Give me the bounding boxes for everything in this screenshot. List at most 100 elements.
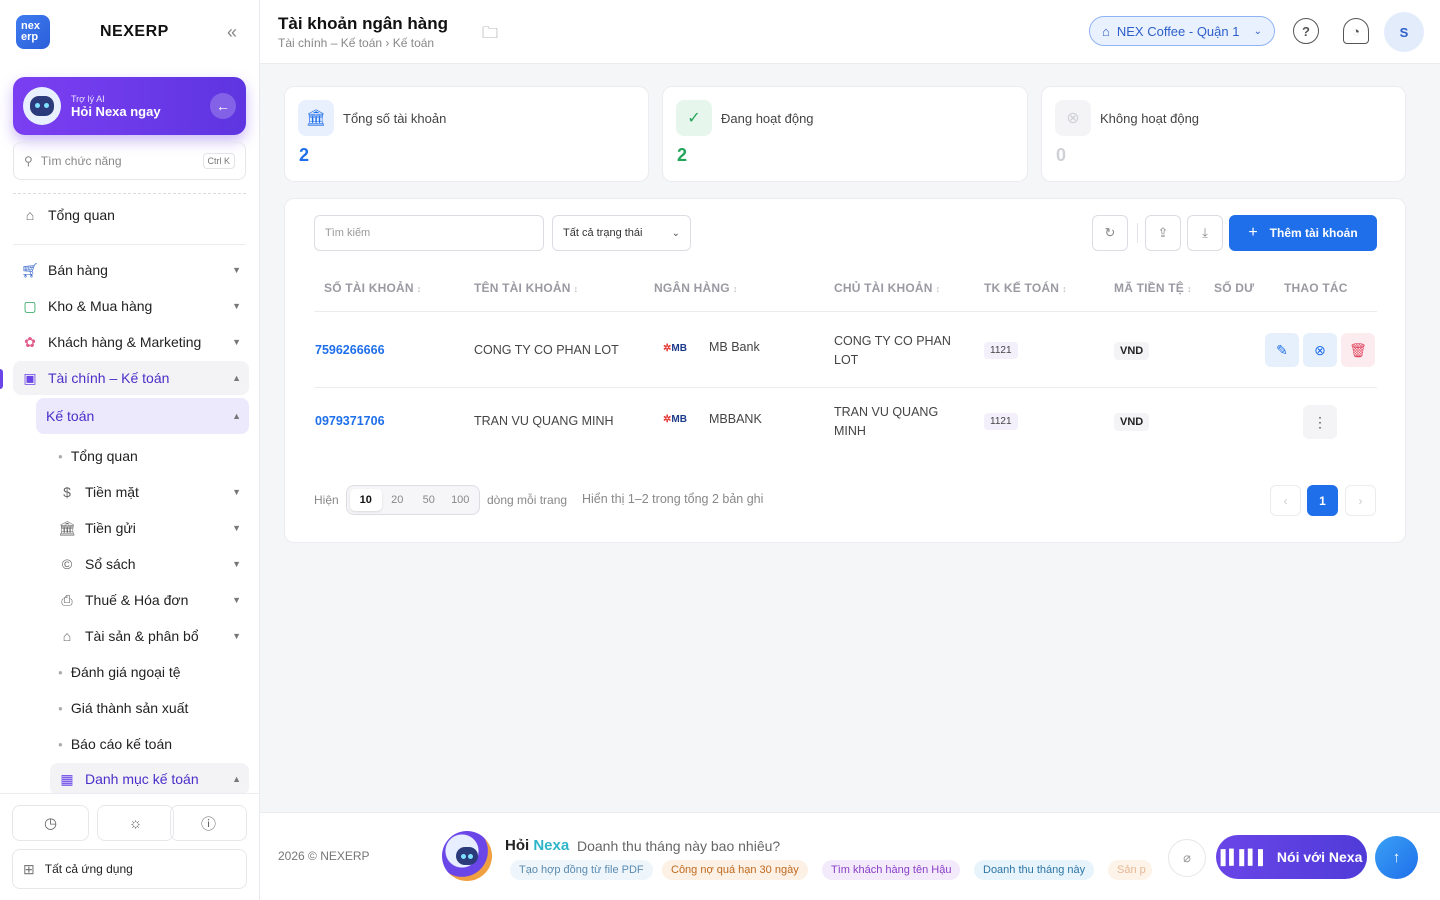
send-icon[interactable]: ↑: [1375, 836, 1418, 879]
page-title: Tài khoản ngân hàng: [278, 14, 449, 33]
sub-accounting-catalog[interactable]: ▦ Danh mục kế toán ▲: [50, 763, 249, 795]
page-size-option[interactable]: 20: [382, 489, 414, 511]
theme-icon[interactable]: ☼: [97, 805, 174, 841]
col-header-owner[interactable]: CHỦ TÀI KHOẢN ↕: [834, 281, 940, 295]
function-search-input[interactable]: ⚲ Tìm chức năng Ctrl K: [13, 142, 246, 180]
suggestion-chip[interactable]: Sản p: [1108, 860, 1152, 880]
ask-input[interactable]: Doanh thu tháng này bao nhiêu?: [577, 838, 780, 854]
account-no-link[interactable]: 0979371706: [315, 412, 385, 431]
history-icon[interactable]: ◷: [12, 805, 89, 841]
refresh-icon[interactable]: ↻: [1092, 215, 1128, 251]
suggestion-chip[interactable]: Doanh thu tháng này: [974, 860, 1095, 880]
owner-line: CONG TY CO PHAN: [834, 334, 951, 348]
col-header-gl[interactable]: TK KẾ TOÁN ↕: [984, 281, 1067, 295]
per-page-label: dòng mỗi trang: [487, 493, 568, 507]
owner-line: TRAN VU QUANG: [834, 405, 939, 419]
sub-cash[interactable]: $ Tiền mặt ▼: [50, 475, 249, 509]
col-header-balance: SỐ DƯ: [1214, 281, 1254, 295]
delete-icon[interactable]: 🗑︎: [1341, 333, 1375, 367]
users-icon: ✿: [24, 333, 36, 350]
sub-tax-invoice[interactable]: ⎙ Thuế & Hóa đơn ▼: [50, 583, 249, 617]
bell-icon[interactable]: ◔: [1343, 18, 1369, 44]
account-name: TRAN VU QUANG MINH: [474, 414, 614, 428]
bank-icon: 🏛︎: [58, 519, 76, 536]
suggestion-chip[interactable]: Tạo hợp đồng từ file PDF: [510, 860, 653, 880]
download-icon[interactable]: ⤓: [1187, 215, 1223, 251]
attach-icon[interactable]: ⌀: [1168, 839, 1206, 877]
apps-grid-icon: ⊞: [23, 860, 35, 877]
search-icon: ⚲: [24, 154, 33, 168]
prev-page-icon[interactable]: ‹: [1270, 485, 1301, 516]
divider: [314, 387, 1377, 388]
stat-value: 2: [299, 145, 310, 165]
arrow-left-icon[interactable]: ←: [210, 93, 236, 119]
page-number[interactable]: 1: [1307, 485, 1338, 516]
nav-customers-marketing[interactable]: ✿ Khách hàng & Marketing ▼: [13, 325, 249, 359]
sort-icon: ↕: [573, 284, 579, 294]
divider: [13, 244, 246, 245]
nav-label: Tài chính – Kế toán: [48, 370, 170, 386]
alert-icon[interactable]: ⓘ: [170, 805, 247, 841]
deactivate-icon[interactable]: ⊗: [1303, 333, 1337, 367]
user-avatar[interactable]: S: [1384, 12, 1424, 52]
folder-icon[interactable]: 🗀︎: [482, 22, 498, 49]
sub-assets[interactable]: ⌂ Tài sản & phân bổ ▼: [50, 619, 249, 653]
nav-sales[interactable]: 🛒︎ Bán hàng ▼: [13, 253, 249, 287]
next-page-icon[interactable]: ›: [1345, 485, 1376, 516]
col-header-currency[interactable]: MÃ TIỀN TỆ ↕: [1114, 281, 1192, 295]
stat-value: 2: [677, 145, 688, 165]
help-icon[interactable]: ?: [1293, 18, 1319, 44]
nav-label: Thuế & Hóa đơn: [85, 592, 189, 608]
sub-accounting-reports[interactable]: ● Báo cáo kế toán: [50, 727, 249, 761]
nav-accounting[interactable]: Kế toán ▲: [36, 398, 249, 434]
divider: [314, 311, 1377, 312]
status-filter-select[interactable]: Tất cả trạng thái ⌄: [552, 215, 691, 251]
stat-label: Đang hoạt động: [721, 111, 814, 126]
book-icon: ©: [61, 556, 73, 572]
sub-production-cost[interactable]: ● Giá thành sản xuất: [50, 691, 249, 725]
sort-icon: ↕: [416, 284, 422, 294]
nav-label: Tiền gửi: [85, 520, 136, 536]
nav-label: Khách hàng & Marketing: [48, 334, 202, 350]
suggestion-chip[interactable]: Tìm khách hàng tên Hậu: [822, 860, 961, 880]
voice-button[interactable]: ▌▍▌▍▌ Nói với Nexa: [1216, 835, 1367, 879]
sub-fx-revaluation[interactable]: ● Đánh giá ngoại tệ: [50, 655, 249, 689]
col-label: NGÂN HÀNG: [654, 281, 730, 295]
caret-down-icon: ▼: [232, 265, 241, 275]
sub-books[interactable]: © Sổ sách ▼: [50, 547, 249, 581]
all-apps-button[interactable]: ⊞ Tất cả ứng dụng: [12, 849, 247, 889]
home-icon: ⌂: [62, 628, 72, 644]
collapse-sidebar-icon[interactable]: «: [227, 22, 237, 43]
mb-bank-logo: ✲MB: [663, 343, 687, 354]
suggestion-chip[interactable]: Công nợ quá hạn 30 ngày: [662, 860, 808, 880]
col-header-bank[interactable]: NGÂN HÀNG ↕: [654, 281, 738, 295]
nav-overview[interactable]: ⌂ Tổng quan: [13, 198, 249, 232]
edit-icon[interactable]: ✎: [1265, 333, 1299, 367]
col-header-account-no[interactable]: SỐ TÀI KHOẢN ↕: [324, 281, 421, 295]
search-input[interactable]: Tìm kiếm: [314, 215, 544, 251]
nav-label: Kế toán: [46, 408, 95, 424]
store-selector[interactable]: ⌂ NEX Coffee - Quận 1 ⌄: [1089, 16, 1275, 46]
page-size-option[interactable]: 10: [350, 489, 382, 511]
account-no-link[interactable]: 7596266666: [315, 341, 385, 360]
chevron-down-icon: ⌄: [671, 227, 680, 239]
page-size-option[interactable]: 100: [445, 489, 477, 511]
sub-overview[interactable]: ● Tổng quan: [50, 439, 249, 473]
sub-deposits[interactable]: 🏛︎ Tiền gửi ▼: [50, 511, 249, 545]
col-header-account-name[interactable]: TÊN TÀI KHOẢN ↕: [474, 281, 578, 295]
nav-inventory[interactable]: ▢ Kho & Mua hàng ▼: [13, 289, 249, 323]
ask-nexa-card[interactable]: Trợ lý AI Hỏi Nexa ngay ←: [13, 77, 246, 135]
add-account-button[interactable]: + Thêm tài khoản: [1229, 215, 1377, 251]
sidebar-footer: ◷ ☼ ⓘ ⊞ Tất cả ứng dụng: [0, 793, 259, 900]
col-label: CHỦ TÀI KHOẢN: [834, 281, 933, 295]
status-filter-value: Tất cả trạng thái: [563, 227, 643, 239]
app-logo[interactable]: nex erp: [16, 15, 50, 49]
page-size-option[interactable]: 50: [413, 489, 445, 511]
currency-tag: VND: [1114, 342, 1150, 360]
nav-finance-accounting[interactable]: ▣ Tài chính – Kế toán ▲: [13, 361, 249, 395]
bank-icon: 🏛︎: [298, 100, 334, 136]
col-label: MÃ TIỀN TỆ: [1114, 281, 1184, 295]
upload-icon[interactable]: ⇪: [1145, 215, 1181, 251]
voice-label: Nói với Nexa: [1276, 849, 1363, 865]
more-vertical-icon[interactable]: ⋮: [1303, 405, 1337, 439]
